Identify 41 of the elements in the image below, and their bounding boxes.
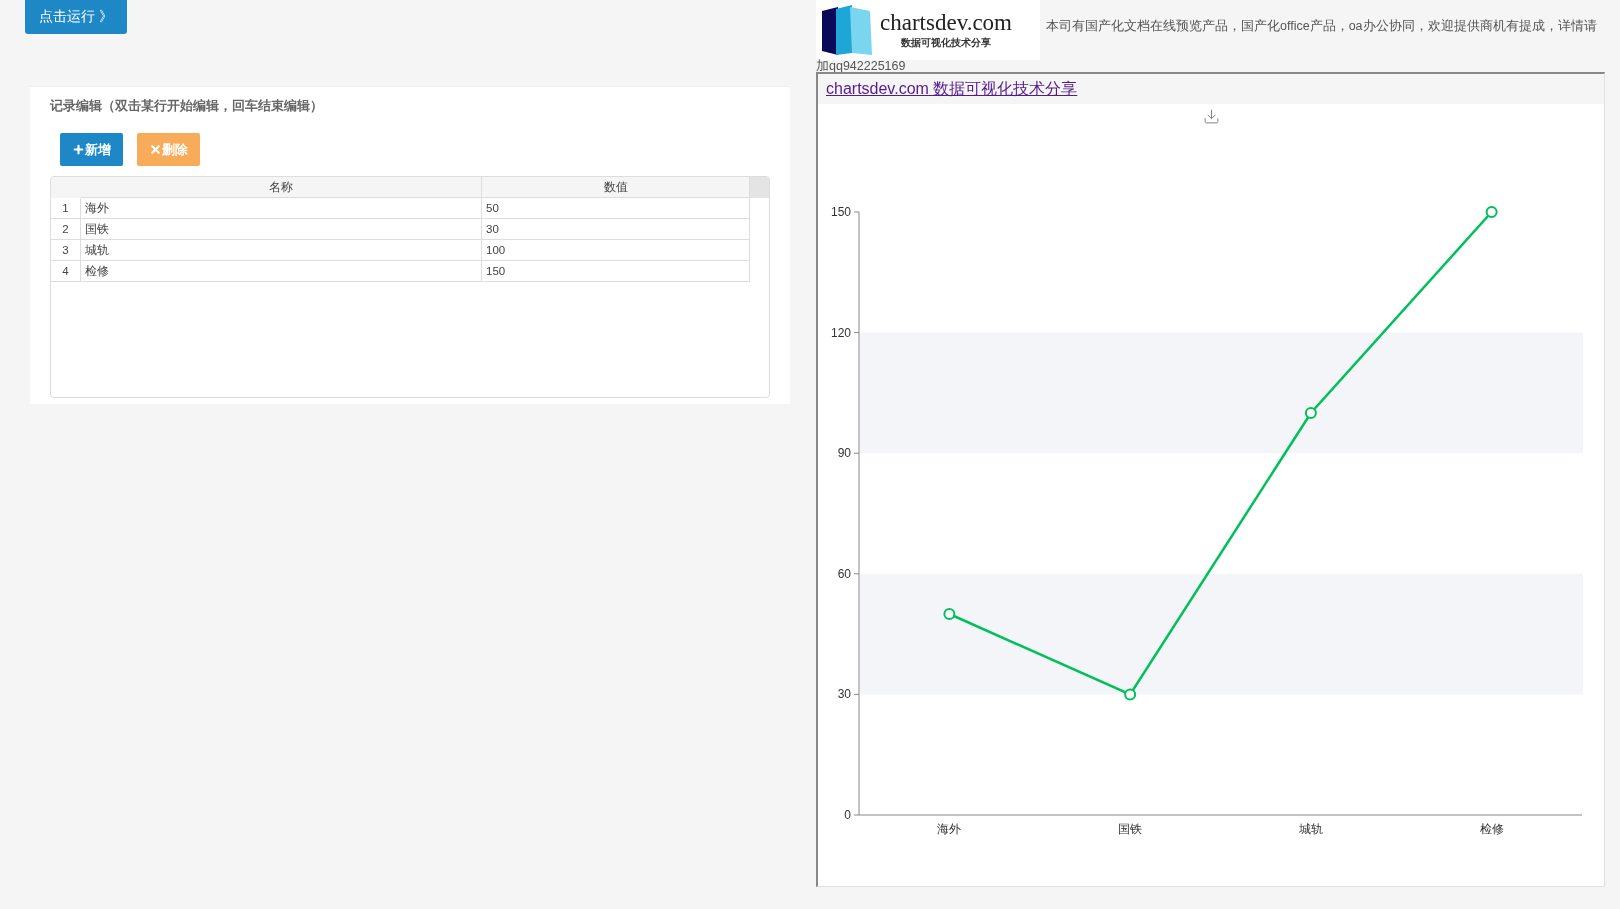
logo-icon — [820, 5, 874, 55]
close-icon — [149, 143, 162, 156]
y-tick-label: 0 — [844, 808, 851, 822]
table-cell: 检修 — [81, 261, 482, 282]
notice-text: 本司有国产化文档在线预览产品，国产化office产品，oa办公协同，欢迎提供商机有提成，详情请 — [1046, 18, 1597, 35]
x-tick-label: 海外 — [937, 822, 962, 836]
logo-tagline: 数据可视化技术分享 — [900, 36, 992, 50]
y-tick-label: 150 — [830, 205, 851, 219]
row-number: 2 — [51, 219, 81, 240]
data-point — [1304, 407, 1317, 419]
column-header: 数值 — [482, 177, 750, 198]
data-point — [1485, 206, 1498, 218]
data-point — [1124, 688, 1137, 701]
table-cell: 100 — [482, 240, 750, 261]
row-number: 4 — [51, 261, 81, 282]
table-cell: 国铁 — [81, 219, 482, 240]
table-cell: 30 — [482, 219, 750, 240]
column-header: 名称 — [81, 177, 482, 198]
row-number: 1 — [51, 198, 81, 219]
y-tick-label: 120 — [830, 325, 851, 340]
run-button[interactable]: 点击运行 》 — [25, 0, 127, 34]
download-icon[interactable] — [1202, 108, 1220, 125]
table-cell: 50 — [482, 198, 750, 219]
y-tick-label: 90 — [837, 446, 851, 461]
header-corner — [51, 177, 81, 198]
panel-title: 记录编辑（双击某行开始编辑，回车结束编辑） — [50, 97, 324, 115]
y-tick-label: 30 — [837, 687, 851, 702]
contact-text: 加qq942225169 — [816, 60, 907, 72]
row-number: 3 — [51, 240, 81, 261]
y-tick-label: 60 — [837, 566, 851, 581]
table-cell: 城轨 — [81, 240, 482, 261]
x-tick-label: 城轨 — [1298, 822, 1323, 836]
add-button[interactable]: 新增 — [60, 133, 123, 166]
table-cell: 150 — [482, 261, 750, 282]
logo-name: chartsdev.com — [880, 10, 1012, 36]
site-link[interactable]: chartsdev.com 数据可视化技术分享 — [826, 78, 1078, 100]
x-tick-label: 国铁 — [1118, 822, 1143, 836]
x-tick-label: 检修 — [1479, 822, 1504, 836]
plus-icon — [72, 143, 85, 156]
table-cell: 海外 — [81, 198, 482, 219]
data-point — [943, 608, 956, 620]
